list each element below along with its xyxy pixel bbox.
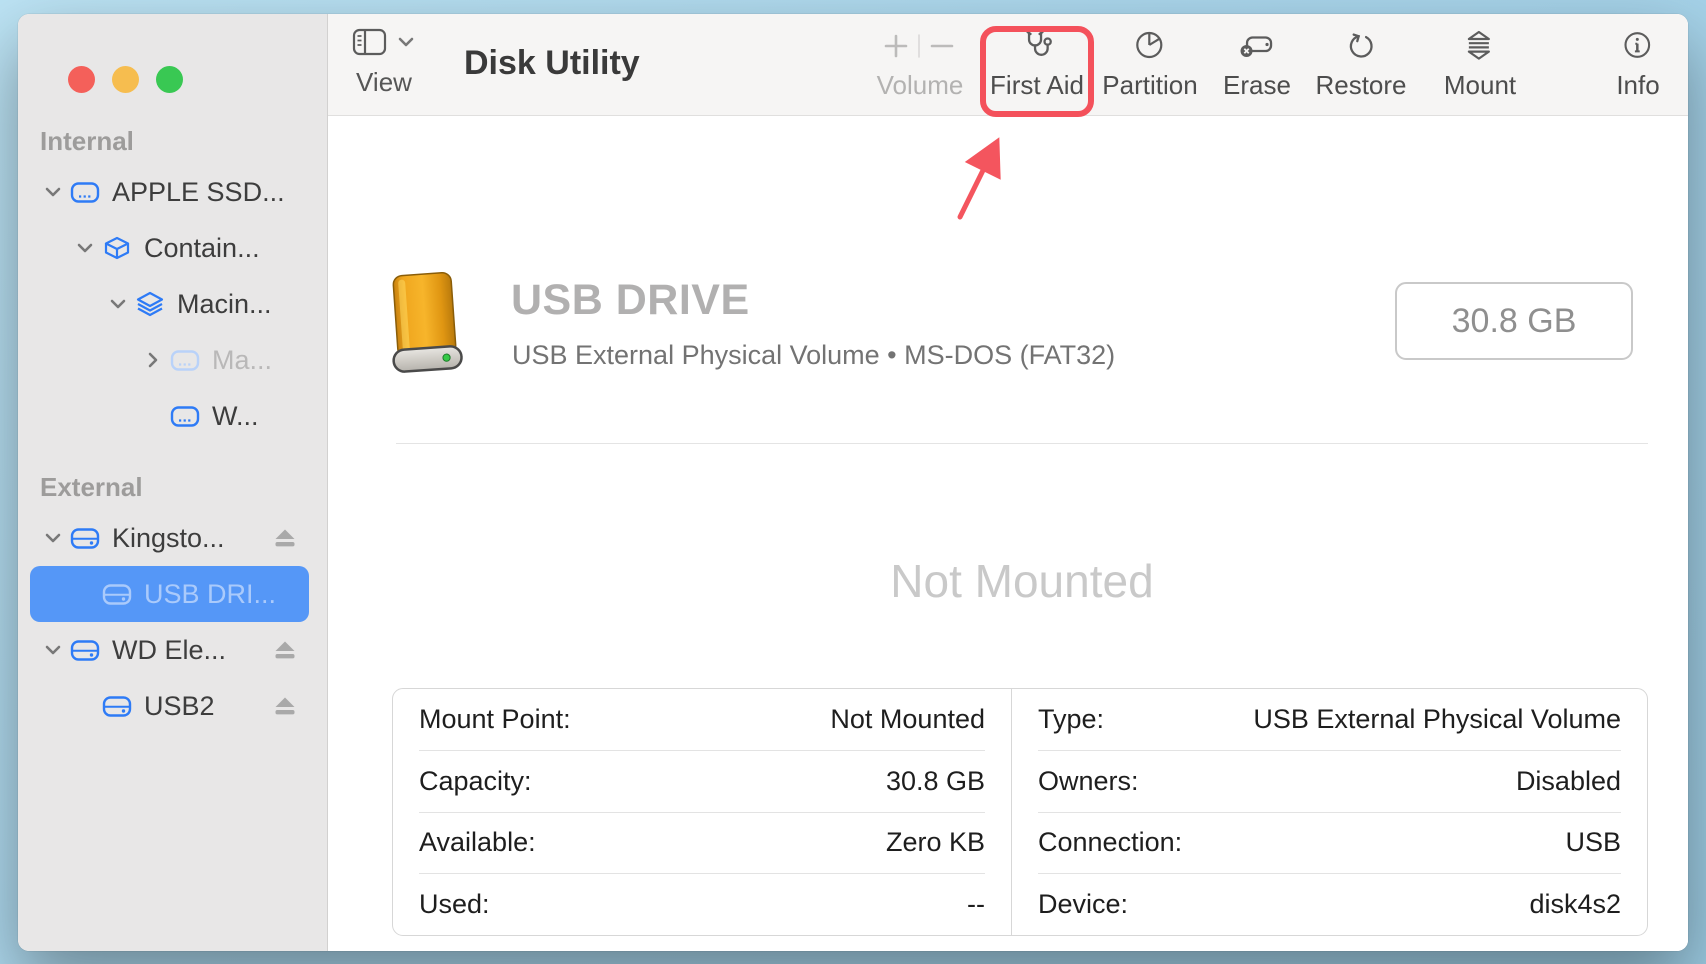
- table-row: Owners: Disabled: [1038, 751, 1621, 813]
- minimize-button[interactable]: [112, 66, 139, 93]
- row-label: Device:: [1038, 889, 1128, 920]
- row-label: Owners:: [1038, 766, 1139, 797]
- sidebar-item-label: APPLE SSD...: [112, 177, 285, 208]
- chevron-down-icon[interactable]: [103, 294, 133, 314]
- container-icon: [100, 236, 134, 261]
- toolbar: View Disk Utility Volume First Aid: [328, 14, 1688, 116]
- first-aid-button[interactable]: First Aid: [990, 24, 1084, 101]
- sidebar-item-label: USB2: [144, 691, 215, 722]
- row-value: disk4s2: [1529, 889, 1621, 920]
- row-value: Disabled: [1516, 766, 1621, 797]
- sidebar-section-external: External: [18, 472, 327, 502]
- erase-drive-icon: [1223, 24, 1291, 68]
- row-value: Not Mounted: [830, 704, 985, 735]
- row-label: Available:: [419, 827, 536, 858]
- row-value: USB External Physical Volume: [1253, 704, 1621, 735]
- row-label: Connection:: [1038, 827, 1182, 858]
- details-right-column: Type: USB External Physical Volume Owner…: [1012, 689, 1647, 935]
- add-remove-volume-icons: [874, 24, 966, 68]
- status-not-mounted: Not Mounted: [396, 554, 1648, 608]
- volume-stack-icon: [133, 291, 167, 317]
- drive-title: USB DRIVE: [511, 276, 750, 325]
- sidebar-item-label: WD Ele...: [112, 635, 226, 666]
- view-button-label: View: [352, 67, 416, 98]
- capacity-badge: 30.8 GB: [1395, 282, 1633, 360]
- sidebar: Internal APPLE SSD... Contain... Macin..…: [18, 14, 328, 951]
- mount-icon: [1444, 24, 1516, 68]
- chevron-down-icon[interactable]: [38, 640, 68, 660]
- table-row: Connection: USB: [1038, 813, 1621, 875]
- chevron-down-icon[interactable]: [38, 182, 68, 202]
- drive-subtitle: USB External Physical Volume • MS-DOS (F…: [512, 340, 1115, 371]
- stethoscope-icon: [990, 24, 1084, 68]
- info-icon: [1616, 24, 1659, 68]
- pie-chart-icon: [1102, 24, 1197, 68]
- eject-icon[interactable]: [274, 696, 303, 716]
- close-button[interactable]: [68, 66, 95, 93]
- chevron-right-icon[interactable]: [138, 350, 168, 370]
- restore-button[interactable]: Restore: [1315, 24, 1406, 101]
- sidebar-item-wd-elements[interactable]: WD Ele...: [30, 622, 309, 678]
- chevron-down-icon[interactable]: [38, 528, 68, 548]
- main-panel: View Disk Utility Volume First Aid: [328, 14, 1688, 951]
- sidebar-item-label: Kingsto...: [112, 523, 225, 554]
- mount-button[interactable]: Mount: [1444, 24, 1516, 101]
- details-left-column: Mount Point: Not Mounted Capacity: 30.8 …: [393, 689, 1012, 935]
- table-row: Capacity: 30.8 GB: [419, 751, 985, 813]
- row-value: --: [967, 889, 985, 920]
- zoom-button[interactable]: [156, 66, 183, 93]
- usb-drive-icon: [374, 268, 478, 381]
- internal-drive-icon: [168, 348, 202, 373]
- sidebar-item-label: Contain...: [144, 233, 260, 264]
- sidebar-item-macintosh-volume[interactable]: Ma...: [30, 332, 309, 388]
- disk-utility-window: Internal APPLE SSD... Contain... Macin..…: [18, 14, 1688, 951]
- sidebar-item-label: Macin...: [177, 289, 272, 320]
- sidebar-item-label: USB DRI...: [144, 579, 276, 610]
- window-title: Disk Utility: [464, 44, 640, 83]
- header-divider: [396, 443, 1648, 444]
- content-area: USB DRIVE USB External Physical Volume •…: [328, 116, 1688, 951]
- table-row: Mount Point: Not Mounted: [419, 689, 985, 751]
- details-table: Mount Point: Not Mounted Capacity: 30.8 …: [392, 688, 1648, 936]
- table-row: Used: --: [419, 874, 985, 935]
- eject-icon[interactable]: [274, 528, 303, 548]
- table-row: Type: USB External Physical Volume: [1038, 689, 1621, 751]
- sidebar-item-container[interactable]: Contain...: [30, 220, 309, 276]
- sidebar-item-label: Ma...: [212, 345, 272, 376]
- volume-button: Volume: [874, 24, 966, 101]
- row-label: Mount Point:: [419, 704, 571, 735]
- sidebar-item-label: W...: [212, 401, 259, 432]
- chevron-down-icon[interactable]: [70, 238, 100, 258]
- external-drive-icon: [100, 582, 134, 607]
- erase-button[interactable]: Erase: [1223, 24, 1291, 101]
- external-drive-icon: [68, 526, 102, 551]
- internal-drive-icon: [168, 404, 202, 429]
- sidebar-section-internal: Internal: [18, 126, 327, 156]
- external-drive-icon: [100, 694, 134, 719]
- sidebar-item-usb2[interactable]: USB2: [30, 678, 309, 734]
- chevron-down-icon: [396, 32, 416, 57]
- row-label: Used:: [419, 889, 490, 920]
- row-value: USB: [1565, 827, 1621, 858]
- row-value: 30.8 GB: [886, 766, 985, 797]
- info-button[interactable]: Info: [1616, 24, 1659, 101]
- row-label: Capacity:: [419, 766, 532, 797]
- row-label: Type:: [1038, 704, 1104, 735]
- sidebar-toggle-icon: [352, 28, 388, 61]
- sidebar-item-usb-drive[interactable]: USB DRI...: [30, 566, 309, 622]
- partition-button[interactable]: Partition: [1102, 24, 1197, 101]
- sidebar-item-w-volume[interactable]: W...: [30, 388, 309, 444]
- view-button[interactable]: View: [352, 24, 416, 98]
- sidebar-item-kingston[interactable]: Kingsto...: [30, 510, 309, 566]
- internal-drive-icon: [68, 180, 102, 205]
- sidebar-item-macintosh-hd[interactable]: Macin...: [30, 276, 309, 332]
- window-controls: [68, 66, 183, 93]
- sidebar-item-apple-ssd[interactable]: APPLE SSD...: [30, 164, 309, 220]
- external-drive-icon: [68, 638, 102, 663]
- table-row: Device: disk4s2: [1038, 874, 1621, 935]
- row-value: Zero KB: [886, 827, 985, 858]
- restore-arrow-icon: [1315, 24, 1406, 68]
- eject-icon[interactable]: [274, 640, 303, 660]
- table-row: Available: Zero KB: [419, 813, 985, 875]
